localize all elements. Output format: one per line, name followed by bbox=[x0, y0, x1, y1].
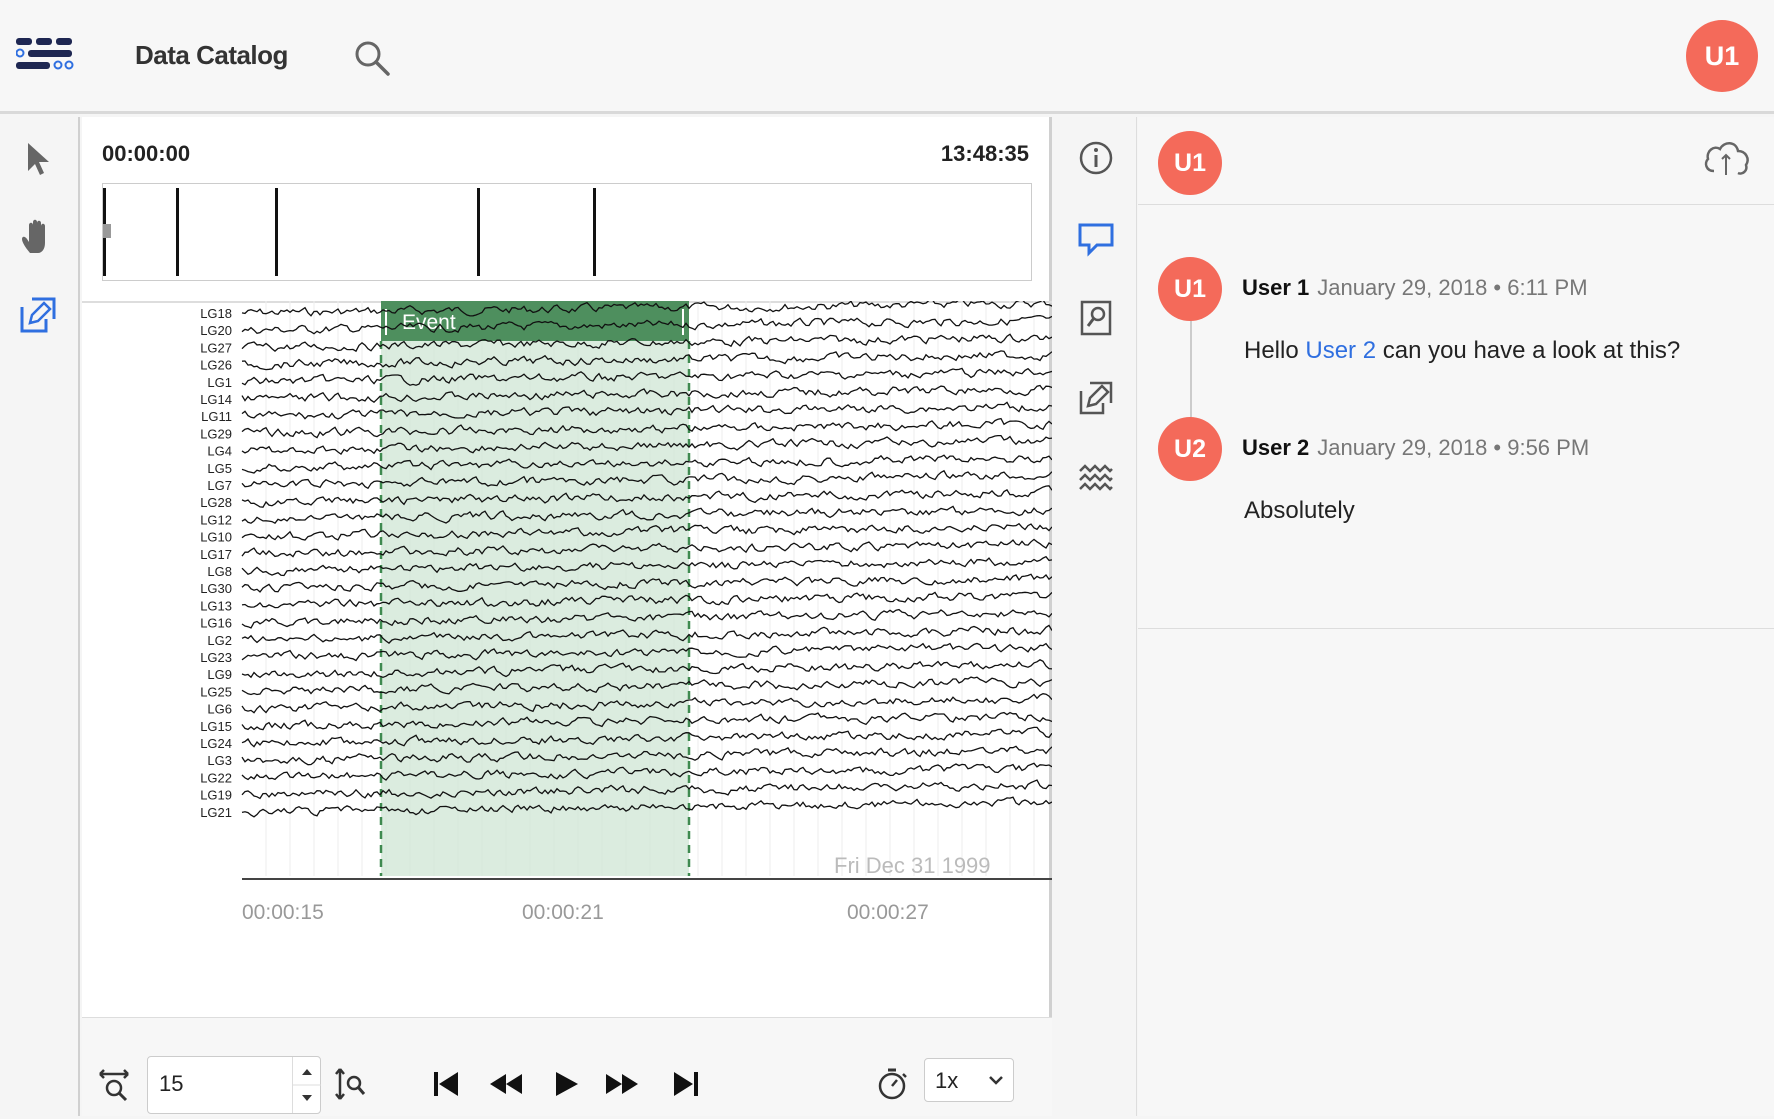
zoom-time-icon[interactable] bbox=[96, 1066, 132, 1102]
channel-label[interactable]: LG2 bbox=[207, 633, 232, 648]
channel-label[interactable]: LG17 bbox=[200, 547, 232, 562]
channel-label[interactable]: LG11 bbox=[201, 409, 232, 424]
time-tick-label: 00:00:15 bbox=[242, 901, 324, 924]
comment-author[interactable]: User 2 bbox=[1242, 435, 1309, 460]
eeg-viewer: 00:00:00 13:48:35 Event LG18 LG20 LG27 LG26… bbox=[82, 117, 1052, 1116]
comment-text: Hello bbox=[1244, 337, 1306, 364]
current-user-avatar[interactable]: U1 bbox=[1158, 131, 1222, 195]
pointer-icon[interactable] bbox=[18, 139, 58, 179]
user-mention-link[interactable]: User 2 bbox=[1305, 337, 1376, 364]
decrement-icon bbox=[302, 1095, 312, 1101]
channel-label[interactable]: LG16 bbox=[200, 616, 232, 631]
comment-timestamp: January 29, 2018 • 6:11 PM bbox=[1317, 275, 1588, 300]
waves-icon[interactable] bbox=[1077, 459, 1115, 497]
channel-label[interactable]: LG10 bbox=[200, 530, 232, 545]
cloud-icon[interactable] bbox=[1700, 137, 1754, 181]
comment-timestamp: January 29, 2018 • 9:56 PM bbox=[1317, 435, 1590, 460]
channel-label[interactable]: LG8 bbox=[207, 564, 232, 579]
stepper-arrows[interactable] bbox=[292, 1057, 321, 1113]
comment-avatar[interactable]: U1 bbox=[1158, 257, 1222, 321]
channel-label[interactable]: LG21 bbox=[200, 805, 232, 820]
comment-meta: User 2 January 29, 2018 • 9:56 PM bbox=[1242, 435, 1589, 461]
comments-header: U1 bbox=[1138, 117, 1774, 205]
channel-label[interactable]: LG9 bbox=[207, 667, 232, 682]
playback-speed-value: 1x bbox=[935, 1068, 959, 1093]
channel-label[interactable]: LG12 bbox=[200, 512, 232, 527]
comment-author[interactable]: User 1 bbox=[1242, 275, 1309, 300]
comment-avatar[interactable]: U2 bbox=[1158, 417, 1222, 481]
channel-label[interactable]: LG23 bbox=[200, 650, 232, 665]
channel-label[interactable]: LG3 bbox=[207, 753, 232, 768]
overview-timeline[interactable] bbox=[102, 183, 1032, 281]
event-region[interactable] bbox=[381, 301, 689, 876]
overview-marker[interactable] bbox=[176, 188, 179, 276]
panel-switcher bbox=[1055, 117, 1137, 1116]
stopwatch-icon[interactable] bbox=[874, 1066, 910, 1102]
chevron-down-icon bbox=[989, 1076, 1003, 1085]
channel-label[interactable]: LG5 bbox=[207, 461, 232, 476]
fast-forward-icon[interactable] bbox=[604, 1066, 640, 1102]
channel-label[interactable]: LG6 bbox=[207, 702, 232, 717]
channel-label[interactable]: LG25 bbox=[200, 684, 232, 699]
channel-label[interactable]: LG26 bbox=[200, 358, 232, 373]
zoom-amplitude-icon[interactable] bbox=[332, 1066, 368, 1102]
time-tick-label: 00:00:21 bbox=[522, 901, 604, 924]
overview-marker[interactable] bbox=[477, 188, 480, 276]
channel-label[interactable]: LG22 bbox=[200, 770, 232, 785]
comment-icon[interactable] bbox=[1077, 219, 1115, 257]
comment-meta: User 1 January 29, 2018 • 6:11 PM bbox=[1242, 275, 1588, 301]
channel-label[interactable]: LG18 bbox=[200, 306, 232, 321]
comment-thread: U1 User 1 January 29, 2018 • 6:11 PM Hell… bbox=[1138, 205, 1774, 629]
info-icon[interactable] bbox=[1077, 139, 1115, 177]
channel-label[interactable]: LG24 bbox=[200, 736, 232, 751]
channel-label[interactable]: LG28 bbox=[200, 495, 232, 510]
channel-label[interactable]: LG30 bbox=[200, 581, 232, 596]
window-duration-value: 15 bbox=[159, 1071, 184, 1096]
skip-to-start-icon[interactable] bbox=[428, 1066, 464, 1102]
overview-end-time: 13:48:35 bbox=[940, 141, 1029, 166]
event-label: Event bbox=[402, 311, 456, 334]
eeg-trace-plot[interactable]: Event LG18 LG20 LG27 LG26 LG1 LG14 LG11 LG29 LG4… bbox=[82, 301, 1052, 1041]
rewind-icon[interactable] bbox=[488, 1066, 524, 1102]
search-icon[interactable] bbox=[352, 38, 392, 78]
search-doc-icon[interactable] bbox=[1077, 299, 1115, 337]
channel-label[interactable]: LG19 bbox=[200, 788, 232, 803]
channel-label[interactable]: LG20 bbox=[200, 323, 232, 338]
tool-rail bbox=[0, 117, 80, 1116]
app-title[interactable]: Data Catalog bbox=[135, 40, 288, 71]
annotate-icon[interactable] bbox=[18, 295, 58, 335]
user-avatar[interactable]: U1 bbox=[1686, 20, 1758, 92]
overview-cursor-handle[interactable] bbox=[103, 224, 111, 238]
comments-panel: U1 U1 User 1 January 29, 2018 • 6:11 PM H… bbox=[1138, 117, 1774, 1116]
channel-label[interactable]: LG1 bbox=[207, 375, 232, 390]
channel-label[interactable]: LG27 bbox=[200, 340, 232, 355]
playback-speed-select[interactable]: 1x bbox=[924, 1058, 1014, 1102]
channel-label[interactable]: LG4 bbox=[207, 444, 232, 459]
playback-bar: 15 1x bbox=[82, 1017, 1052, 1116]
time-tick-label: 00:00:27 bbox=[847, 901, 929, 924]
annotate-icon[interactable] bbox=[1077, 379, 1115, 417]
increment-icon bbox=[302, 1069, 312, 1075]
channel-label[interactable]: LG14 bbox=[200, 392, 232, 407]
overview-marker[interactable] bbox=[593, 188, 596, 276]
overview-marker[interactable] bbox=[275, 188, 278, 276]
top-bar: Data Catalog U1 bbox=[0, 0, 1774, 114]
comment-body: Absolutely bbox=[1244, 497, 1355, 524]
channel-label[interactable]: LG13 bbox=[200, 598, 232, 613]
channel-label[interactable]: LG15 bbox=[200, 719, 232, 734]
date-watermark: Fri Dec 31 1999 bbox=[834, 853, 991, 878]
hand-pan-icon[interactable] bbox=[18, 217, 58, 257]
window-duration-input[interactable]: 15 bbox=[147, 1056, 321, 1114]
app-logo-icon[interactable] bbox=[16, 34, 76, 78]
skip-to-end-icon[interactable] bbox=[668, 1066, 704, 1102]
channel-label[interactable]: LG29 bbox=[200, 426, 232, 441]
comment-body: Hello User 2 can you have a look at this… bbox=[1244, 337, 1680, 365]
channel-label[interactable]: LG7 bbox=[207, 478, 232, 493]
play-icon[interactable] bbox=[548, 1066, 584, 1102]
comment-text: can you have a look at this? bbox=[1376, 337, 1681, 364]
overview-start-time: 00:00:00 bbox=[102, 141, 191, 166]
